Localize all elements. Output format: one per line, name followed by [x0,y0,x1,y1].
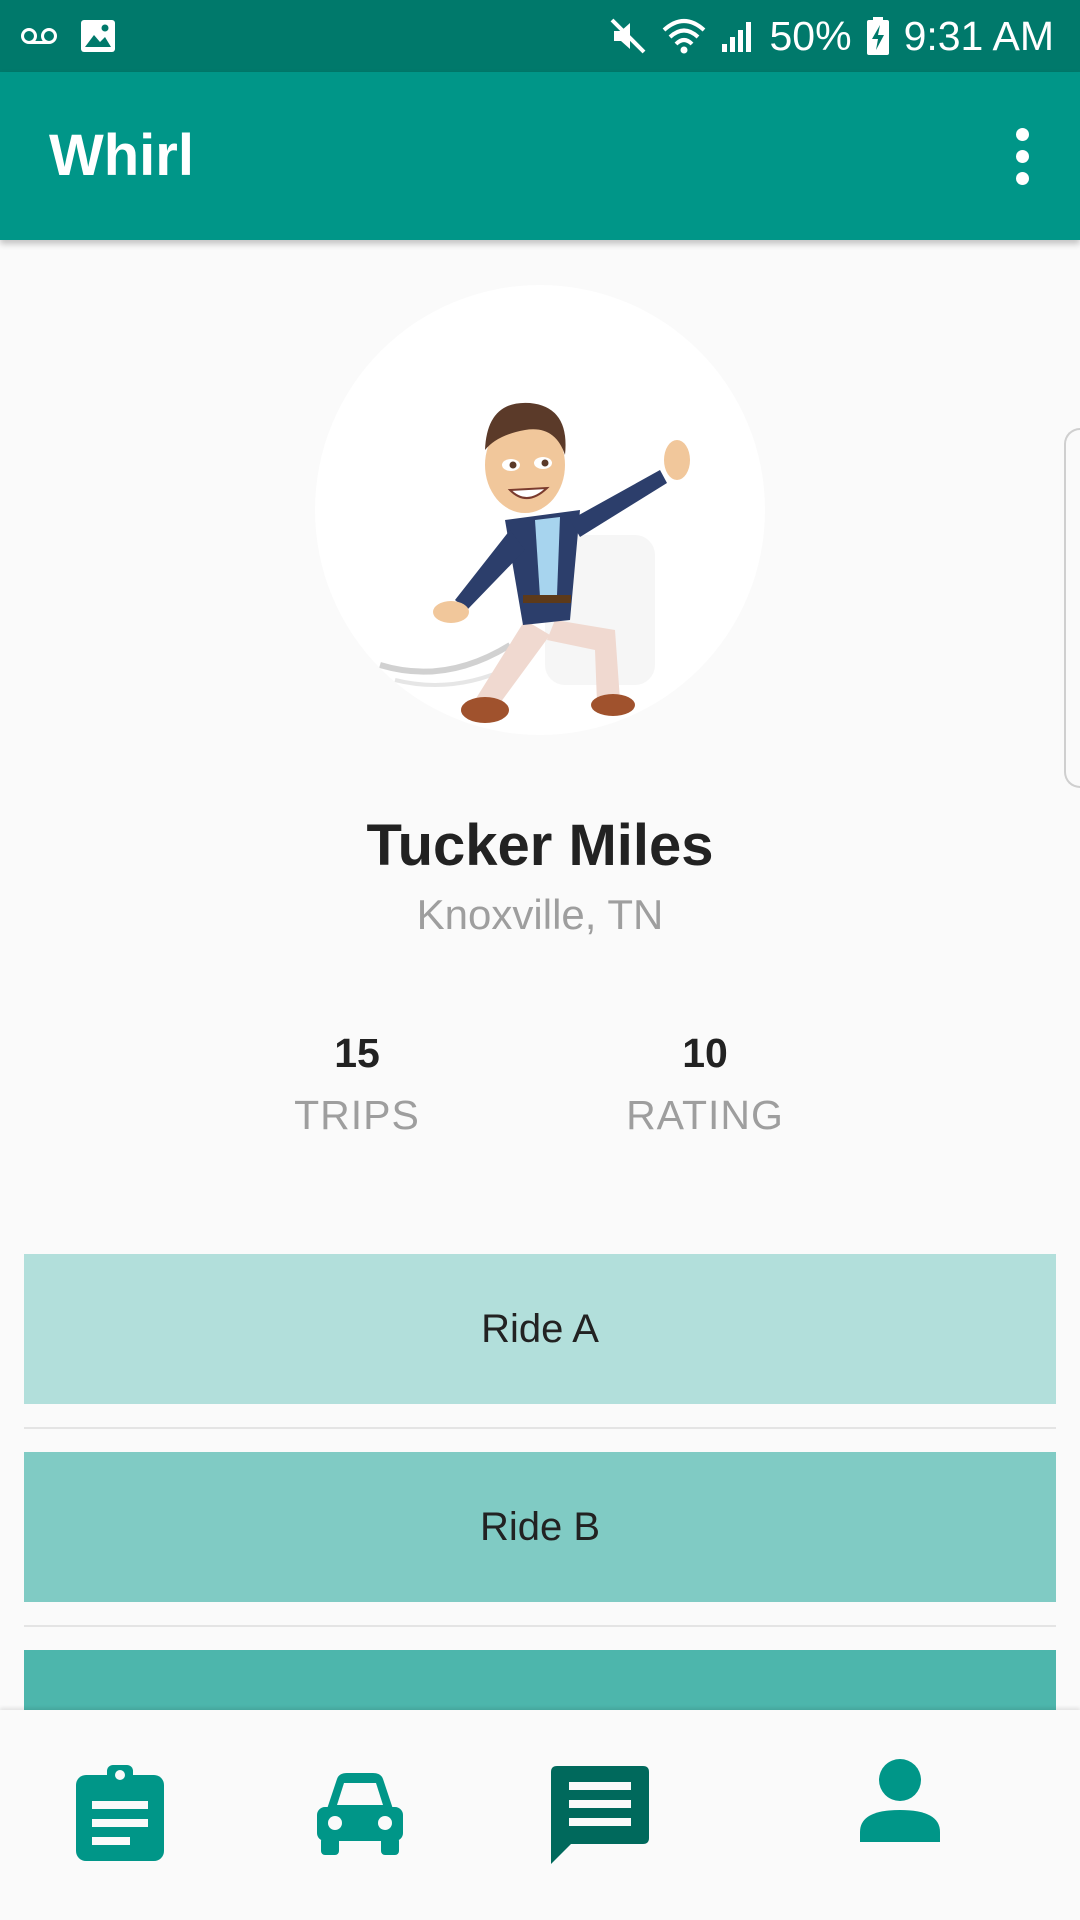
side-panel-handle[interactable] [1064,428,1080,788]
nav-profile[interactable] [850,1750,950,1850]
nav-assignment[interactable] [70,1758,170,1868]
status-bar: 50% 9:31 AM [0,0,1080,72]
stat-value: 15 [334,1030,380,1076]
profile-location: Knoxville, TN [416,891,664,938]
status-right-icons: 50% 9:31 AM [608,0,1054,72]
avatar [315,285,765,735]
ride-item[interactable]: Ride B [24,1452,1056,1602]
stat-trips: 15 TRIPS [207,1028,507,1139]
battery-charging-icon [866,16,890,56]
image-icon [80,19,116,53]
status-time: 9:31 AM [903,12,1054,59]
stat-value: 10 [682,1030,728,1076]
nav-messages[interactable] [548,1758,652,1872]
bottom-navigation [0,1710,1080,1920]
battery-percent: 50% [769,12,852,59]
app-bar: Whirl [0,72,1080,240]
assignment-icon [74,1763,166,1863]
nav-rides[interactable] [310,1768,410,1858]
ride-divider [24,1427,1056,1429]
app-title: Whirl [49,123,194,188]
stat-rating: 10 RATING [555,1028,855,1139]
menu-dot [1015,149,1029,163]
signal-icon [720,18,756,54]
mute-icon [608,16,648,56]
ride-divider [24,1625,1056,1627]
menu-dot [1015,127,1029,141]
avatar-illustration [379,402,690,723]
person-icon [858,1758,942,1842]
wifi-icon [662,16,706,56]
ride-item[interactable]: Ride A [24,1254,1056,1404]
status-left-icons [20,0,116,72]
profile-name: Tucker Miles [366,813,714,878]
more-vert-icon[interactable] [992,116,1052,196]
stat-label: RATING [626,1092,784,1138]
menu-dot [1015,171,1029,185]
car-icon [313,1771,407,1855]
message-icon [549,1764,651,1866]
voicemail-icon [20,26,58,46]
stat-label: TRIPS [294,1092,420,1138]
